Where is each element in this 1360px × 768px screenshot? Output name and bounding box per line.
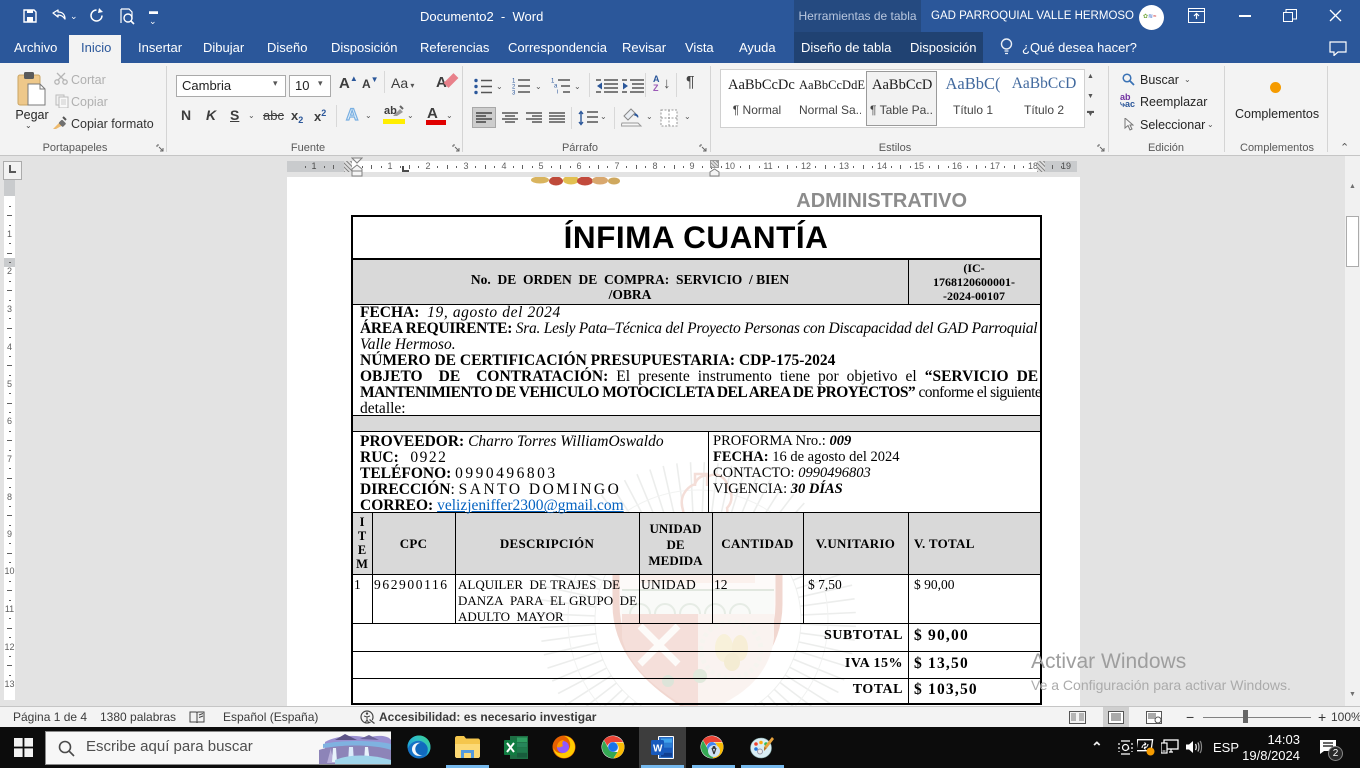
svg-text:W: W [653,744,663,755]
svg-text:i: i [557,90,558,96]
svg-text:3: 3 [512,91,516,96]
